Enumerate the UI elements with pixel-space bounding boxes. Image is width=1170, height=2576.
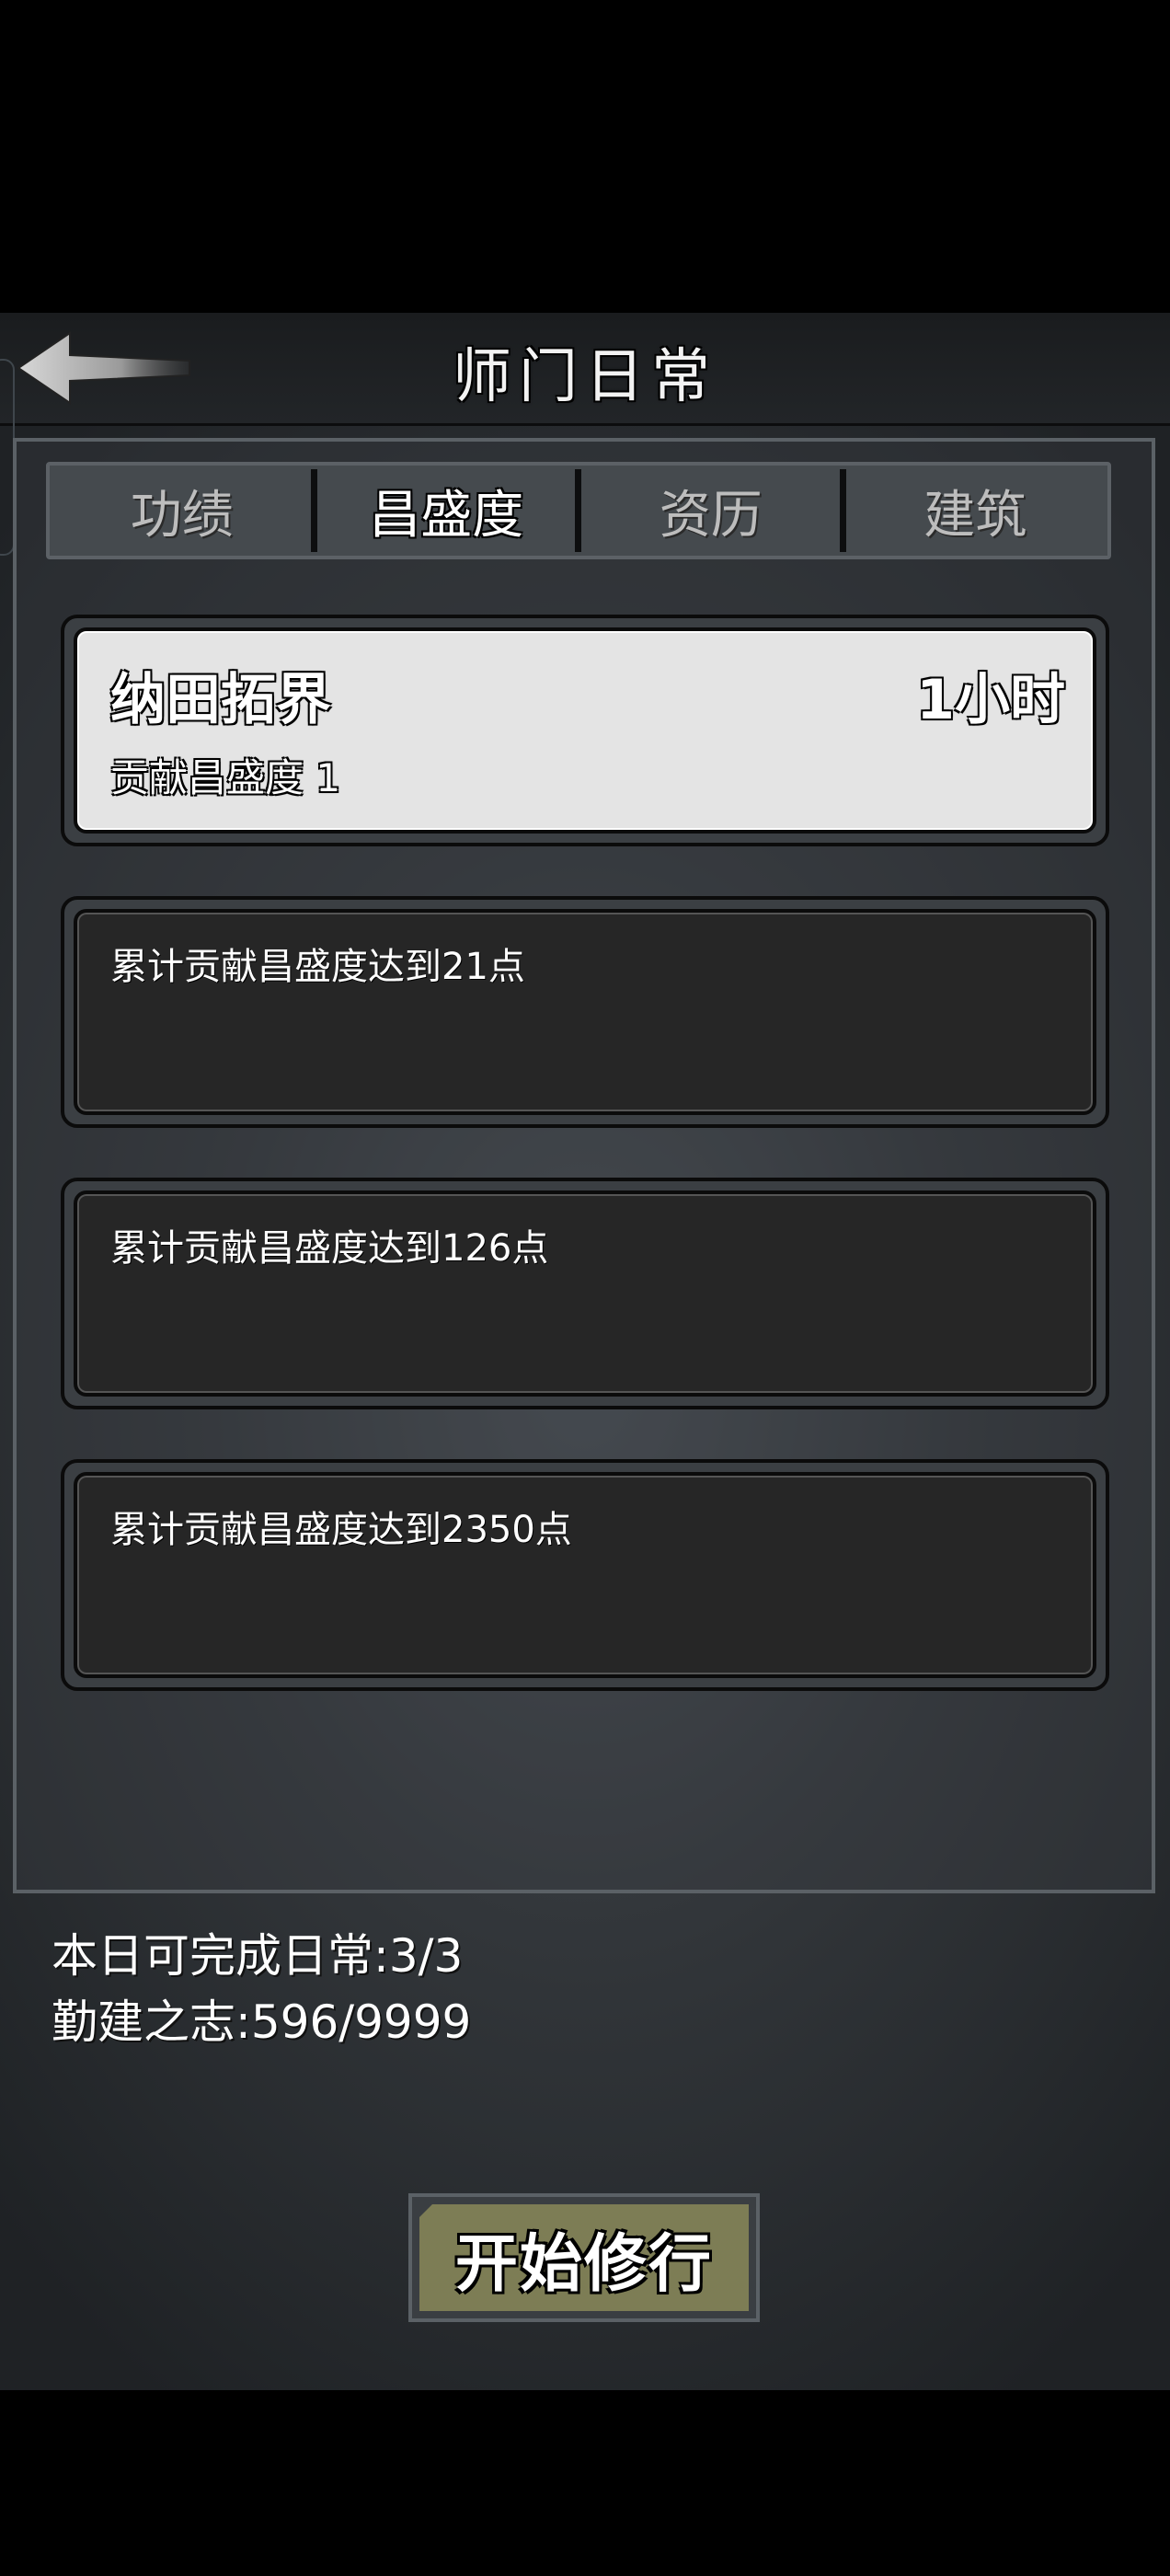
diligence-count: 勤建之志:596/9999	[52, 1995, 472, 2049]
game-view: 师门日常 功绩 昌盛度 资历 建筑 纳田拓界 1小时 贡献昌盛度 1 累计贡献昌…	[0, 313, 1170, 2390]
task-card[interactable]: 累计贡献昌盛度达到2350点	[61, 1459, 1109, 1691]
task-requirement: 累计贡献昌盛度达到2350点	[110, 1509, 572, 1551]
tab-bar: 功绩 昌盛度 资历 建筑	[46, 462, 1111, 559]
task-title: 纳田拓界	[110, 668, 331, 732]
title-bar: 师门日常	[0, 313, 1170, 556]
task-card-body: 累计贡献昌盛度达到126点	[74, 1190, 1096, 1397]
start-button-label: 开始修行	[419, 2204, 749, 2311]
task-reward: 贡献昌盛度 1	[110, 755, 341, 800]
task-card-selected[interactable]: 纳田拓界 1小时 贡献昌盛度 1	[61, 615, 1109, 846]
screen: 师门日常 功绩 昌盛度 资历 建筑 纳田拓界 1小时 贡献昌盛度 1 累计贡献昌…	[0, 0, 1170, 2576]
task-requirement: 累计贡献昌盛度达到21点	[110, 946, 525, 988]
task-card[interactable]: 累计贡献昌盛度达到126点	[61, 1178, 1109, 1409]
task-card-body: 累计贡献昌盛度达到2350点	[74, 1472, 1096, 1678]
daily-count: 本日可完成日常:3/3	[52, 1929, 464, 1983]
task-card-body: 累计贡献昌盛度达到21点	[74, 909, 1096, 1115]
tab-prosperity[interactable]: 昌盛度	[310, 466, 579, 556]
task-duration: 1小时	[916, 668, 1065, 732]
task-card-body: 纳田拓界 1小时 贡献昌盛度 1	[74, 627, 1096, 834]
tab-seniority[interactable]: 资历	[575, 466, 843, 556]
task-requirement: 累计贡献昌盛度达到126点	[110, 1227, 549, 1270]
tab-merit[interactable]: 功绩	[50, 466, 315, 556]
start-cultivation-button[interactable]: 开始修行	[408, 2193, 760, 2322]
tab-building[interactable]: 建筑	[839, 466, 1108, 556]
page-title: 师门日常	[453, 343, 717, 411]
task-card[interactable]: 累计贡献昌盛度达到21点	[61, 896, 1109, 1128]
